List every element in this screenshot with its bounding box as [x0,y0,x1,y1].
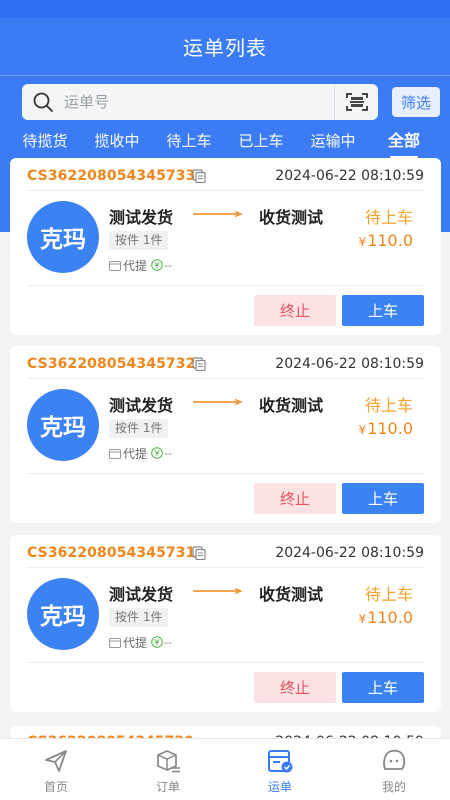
yuan-coin-icon [151,447,163,459]
scan-icon [345,93,368,111]
pieces-tag: 按件 1件 [109,608,169,627]
yuan-coin-icon [151,259,163,271]
avatar: 克玛 [27,389,99,461]
tab-label: 运单 [267,780,292,794]
pickup-info: 代提 -- [109,634,172,650]
status-bar [0,0,450,18]
tab-mine[interactable]: 我的 [338,739,450,800]
wallet-icon [109,260,121,271]
load-button[interactable]: 上车 [342,672,424,703]
price-value: 110.0 [367,608,413,627]
filter-button[interactable]: 筛选 [392,87,440,117]
card-header: CS362208054345731 2024-06-22 08:10:59 [27,535,424,568]
profile-face-icon [383,749,406,770]
tab-label: 订单 [155,780,180,794]
stop-button[interactable]: 终止 [254,483,336,514]
currency-symbol: ¥ [358,423,367,437]
tab-home[interactable]: 首页 [0,739,112,800]
pickup-info: 代提 -- [109,445,172,461]
pieces-tag: 按件 1件 [109,231,169,250]
status-tabs: 待揽货 揽收中 待上车 已上车 运输中 全部 [0,126,450,158]
card-header: CS362208054345732 2024-06-22 08:10:59 [27,346,424,379]
currency-symbol: ¥ [358,612,367,626]
tab-waybills[interactable]: 运单 [224,739,336,800]
currency-symbol: ¥ [358,235,367,249]
copy-icon[interactable] [192,357,206,371]
card-header: CS362208054345733 2024-06-22 08:10:59 [27,158,424,191]
search-input[interactable] [64,84,352,120]
route-arrow-icon [193,399,243,405]
tab-pending-pickup[interactable]: 待揽货 [22,126,67,156]
status-label: 待上车 [364,396,413,415]
status-label: 待上车 [364,585,413,604]
tab-loaded[interactable]: 已上车 [238,126,283,156]
pickup-info: 代提 -- [109,257,172,273]
order-number: CS362208054345731 [27,545,196,561]
sender-name: 测试发货 [109,585,174,604]
fee-value: -- [164,446,172,460]
order-time: 2024-06-22 08:10:59 [275,168,424,184]
order-number: CS362208054345733 [27,168,196,184]
pickup-label: 代提 [123,446,148,461]
copy-icon[interactable] [192,546,206,560]
fee-value: -- [164,635,172,649]
stop-button[interactable]: 终止 [254,672,336,703]
order-time: 2024-06-22 08:10:59 [275,545,424,561]
price-value: 110.0 [367,419,413,438]
avatar: 克玛 [27,201,99,273]
route-arrow-icon [193,211,243,217]
search-icon [33,92,53,112]
package-list-icon [157,750,180,773]
waybill-card[interactable]: CS362208054345731 2024-06-22 08:10:59 克玛… [10,535,441,712]
tab-label: 首页 [43,780,68,794]
tab-in-transit[interactable]: 运输中 [310,126,355,156]
waybill-icon [268,750,293,773]
divider [27,285,424,286]
tab-orders[interactable]: 订单 [112,739,224,800]
bottom-tab-bar: 首页 订单 运单 我的 [0,738,450,800]
load-button[interactable]: 上车 [342,483,424,514]
avatar: 克玛 [27,578,99,650]
pickup-label: 代提 [123,635,148,650]
receiver-name: 收货测试 [259,396,324,415]
paper-plane-icon [45,750,67,772]
copy-icon[interactable] [192,169,206,183]
receiver-name: 收货测试 [259,208,324,227]
order-time: 2024-06-22 08:10:59 [275,356,424,372]
price: ¥110.0 [359,608,413,627]
price-value: 110.0 [367,231,413,250]
tab-collecting[interactable]: 揽收中 [94,126,139,156]
order-number: CS362208054345732 [27,356,196,372]
yuan-coin-icon [151,636,163,648]
wallet-icon [109,637,121,648]
divider [27,662,424,663]
price: ¥110.0 [359,419,413,438]
waybill-card[interactable]: CS362208054345733 2024-06-22 08:10:59 克玛… [10,158,441,335]
waybill-card[interactable]: CS362208054345732 2024-06-22 08:10:59 克玛… [10,346,441,523]
search-box[interactable] [22,84,378,120]
price: ¥110.0 [359,231,413,250]
status-label: 待上车 [364,208,413,227]
divider [27,473,424,474]
route-arrow-icon [193,588,243,594]
fee-value: -- [164,258,172,272]
pickup-label: 代提 [123,258,148,273]
load-button[interactable]: 上车 [342,295,424,326]
sender-name: 测试发货 [109,396,174,415]
stop-button[interactable]: 终止 [254,295,336,326]
receiver-name: 收货测试 [259,585,324,604]
tab-label: 我的 [381,780,406,794]
page-title: 运单列表 [0,18,450,76]
tab-pending-load[interactable]: 待上车 [166,126,211,156]
sender-name: 测试发货 [109,208,174,227]
search-row: 筛选 [0,84,450,120]
pieces-tag: 按件 1件 [109,419,169,438]
tab-all[interactable]: 全部 [388,126,420,158]
scan-button[interactable] [334,84,378,120]
wallet-icon [109,448,121,459]
